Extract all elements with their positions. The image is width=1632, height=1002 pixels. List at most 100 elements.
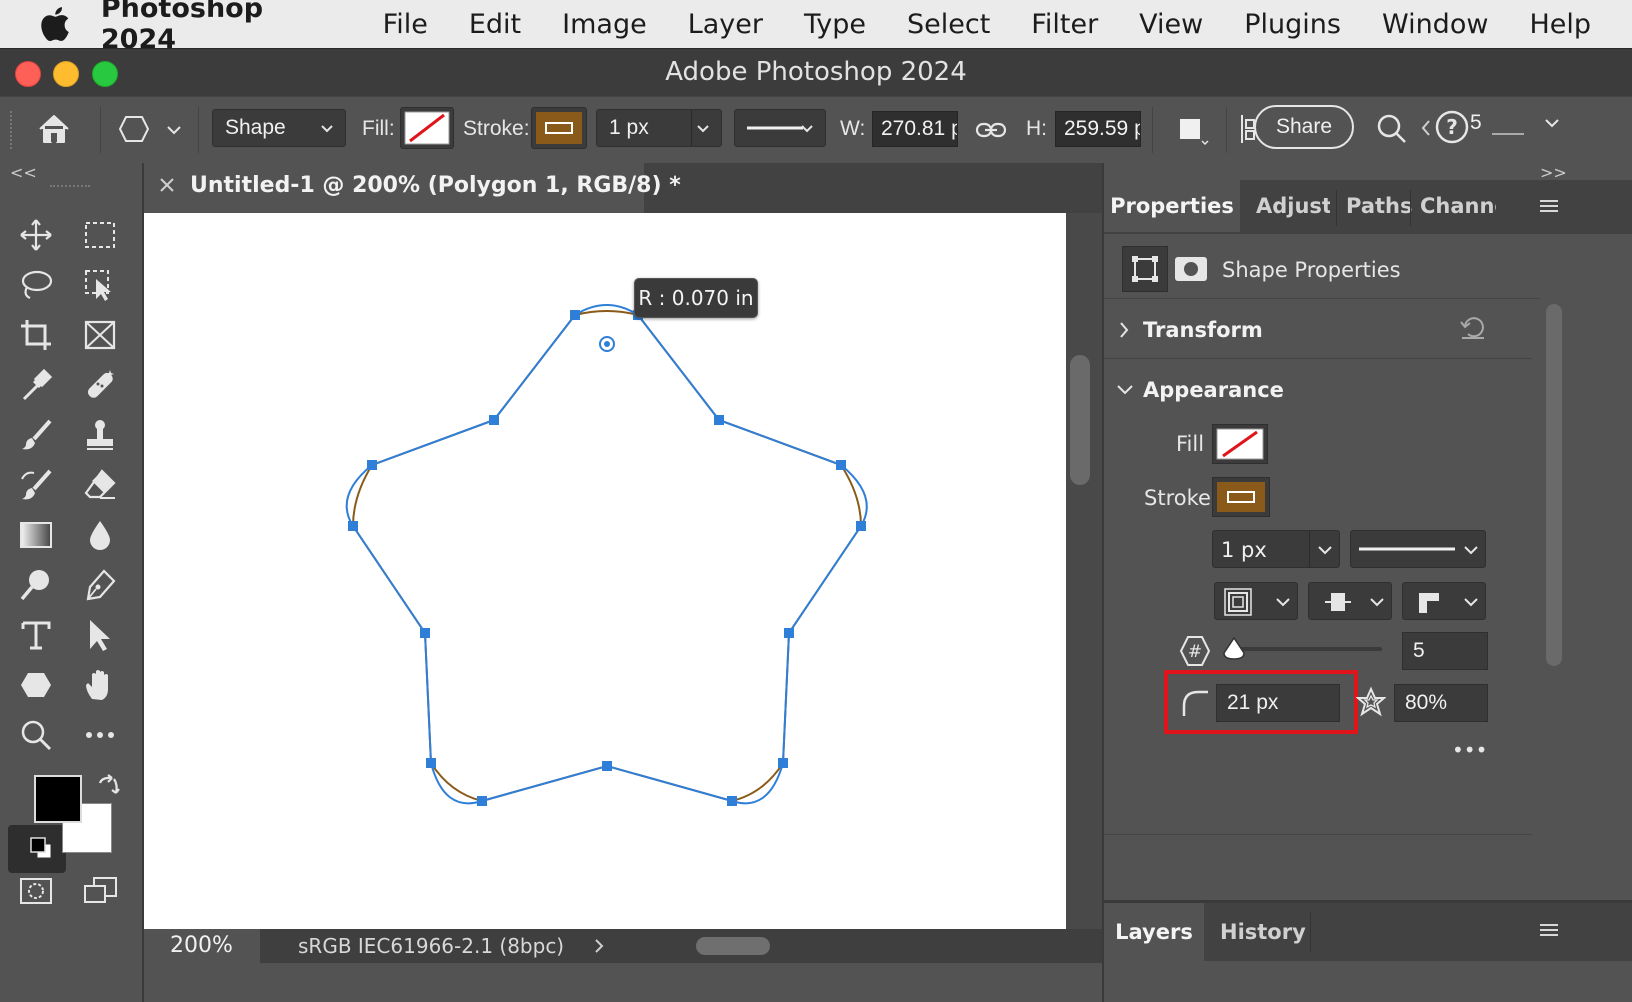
transform-section-label[interactable]: Transform [1143,318,1263,342]
blur-tool-icon[interactable] [76,513,124,557]
panel-stroke-swatch[interactable] [1212,477,1270,517]
stroke-width-dropdown[interactable]: 1 px [596,109,722,147]
menu-help[interactable]: Help [1529,9,1591,40]
type-tool-icon[interactable] [12,613,60,657]
sides-slider-track[interactable] [1232,647,1382,651]
reset-transform-icon[interactable] [1458,314,1488,342]
panel-stroke-width-dropdown[interactable]: 1 px [1212,530,1340,568]
menu-view[interactable]: View [1139,9,1203,40]
options-bar-grip[interactable] [10,111,16,149]
eyedropper-tool-icon[interactable] [12,363,60,407]
tab-history[interactable]: History [1220,903,1306,961]
stroke-caps-dropdown[interactable] [1308,582,1392,620]
tool-preset-picker[interactable] [116,111,186,147]
menu-window[interactable]: Window [1382,9,1488,40]
stroke-align-dropdown[interactable] [1214,582,1298,620]
sides-count-input[interactable]: 5 [1402,632,1488,670]
status-menu-chevron-icon[interactable] [592,935,606,957]
chevron-down-icon[interactable] [1542,113,1562,133]
menu-file[interactable]: File [383,9,428,40]
tab-adjustments-label: Adjustm [1256,194,1330,218]
clone-stamp-tool-icon[interactable] [76,413,124,457]
menu-filter[interactable]: Filter [1031,9,1098,40]
pen-tool-icon[interactable] [76,563,124,607]
rounded-star-shape[interactable] [144,213,1066,929]
polygon-tool-icon[interactable] [12,663,60,707]
menu-type[interactable]: Type [804,9,866,40]
zoom-level[interactable]: 200% [170,933,233,958]
path-operations-icon[interactable] [1170,111,1210,147]
horizontal-scrollbar-thumb[interactable] [696,937,770,955]
eraser-tool-icon[interactable] [76,463,124,507]
frame-tool-icon[interactable] [76,313,124,357]
crop-tool-icon[interactable] [12,313,60,357]
hand-tool-icon[interactable] [76,663,124,707]
swap-colors-icon[interactable] [94,773,122,801]
color-profile-info[interactable]: sRGB IEC61966-2.1 (8bpc) [298,934,564,958]
tab-channels[interactable]: Channe [1420,180,1496,232]
sides-slider-thumb[interactable] [1222,636,1246,662]
lasso-tool-icon[interactable] [12,263,60,307]
screen-mode-icon[interactable] [76,869,124,913]
foreground-color-swatch[interactable] [34,775,82,823]
more-tools-icon[interactable] [76,713,124,757]
menu-app-name[interactable]: Photoshop 2024 [101,0,341,55]
panel-menu-icon[interactable] [1538,196,1560,216]
object-selection-tool-icon[interactable] [76,263,124,307]
fill-swatch-button[interactable] [400,107,454,149]
stroke-joins-dropdown[interactable] [1402,582,1486,620]
mask-icon[interactable] [1174,256,1208,282]
quick-mask-icon[interactable] [12,869,60,913]
link-icon[interactable] [974,115,1008,145]
tab-adjustments[interactable]: Adjustm [1256,180,1330,232]
star-ratio-input[interactable]: 80% [1394,684,1488,722]
search-icon[interactable] [1374,111,1410,147]
panel-fill-swatch[interactable] [1212,424,1268,464]
toolbar-grip[interactable] [50,185,90,193]
tool-mode-dropdown[interactable]: Shape [212,109,346,147]
default-colors-icon[interactable] [28,835,54,861]
brush-tool-icon[interactable] [12,413,60,457]
corner-radius-input[interactable]: 21 px [1216,684,1340,722]
chevron-down-icon[interactable] [1114,380,1136,400]
healing-brush-tool-icon[interactable] [76,363,124,407]
vertical-scrollbar-thumb[interactable] [1070,355,1090,485]
chevron-right-icon[interactable] [1116,318,1132,342]
document-tab[interactable]: Untitled-1 @ 200% (Polygon 1, RGB/8) * [144,163,681,213]
tab-layers[interactable]: Layers [1104,903,1204,961]
more-options-button[interactable]: ••• [1452,738,1487,762]
collapse-toolbar-button[interactable]: << [10,163,37,182]
tab-properties[interactable]: Properties [1104,180,1240,232]
gradient-tool-icon[interactable] [12,513,60,557]
appearance-section-label[interactable]: Appearance [1143,378,1284,402]
menu-select[interactable]: Select [907,9,990,40]
chevron-left-icon[interactable] [1420,113,1432,143]
canvas[interactable]: R : 0.070 in [144,213,1066,929]
apple-logo-icon[interactable] [36,7,75,41]
home-icon[interactable] [34,109,74,149]
menu-plugins[interactable]: Plugins [1244,9,1341,40]
menu-image[interactable]: Image [562,9,647,40]
stroke-swatch-button[interactable] [531,107,587,149]
close-tab-icon[interactable] [158,175,176,193]
height-label: H: [1026,117,1047,140]
history-brush-tool-icon[interactable] [12,463,60,507]
panel-menu-icon[interactable] [1538,920,1560,940]
stroke-type-dropdown[interactable] [734,109,826,147]
dodge-tool-icon[interactable] [12,563,60,607]
path-selection-tool-icon[interactable] [76,613,124,657]
marquee-tool-icon[interactable] [76,213,124,257]
share-button[interactable]: Share [1254,105,1354,149]
shape-properties-icon[interactable] [1122,246,1168,292]
menu-edit[interactable]: Edit [469,9,521,40]
tab-paths[interactable]: Paths [1346,180,1413,232]
zoom-tool-icon[interactable] [12,713,60,757]
height-input[interactable]: 259.59 p [1055,111,1141,147]
width-input[interactable]: 270.81 p [872,111,958,147]
tab-paths-label: Paths [1346,194,1413,218]
menu-layer[interactable]: Layer [688,9,763,40]
panel-stroke-type-dropdown[interactable] [1350,530,1486,568]
help-icon[interactable]: ? [1434,109,1470,145]
move-tool-icon[interactable] [12,213,60,257]
panel-scrollbar-thumb[interactable] [1546,304,1562,666]
